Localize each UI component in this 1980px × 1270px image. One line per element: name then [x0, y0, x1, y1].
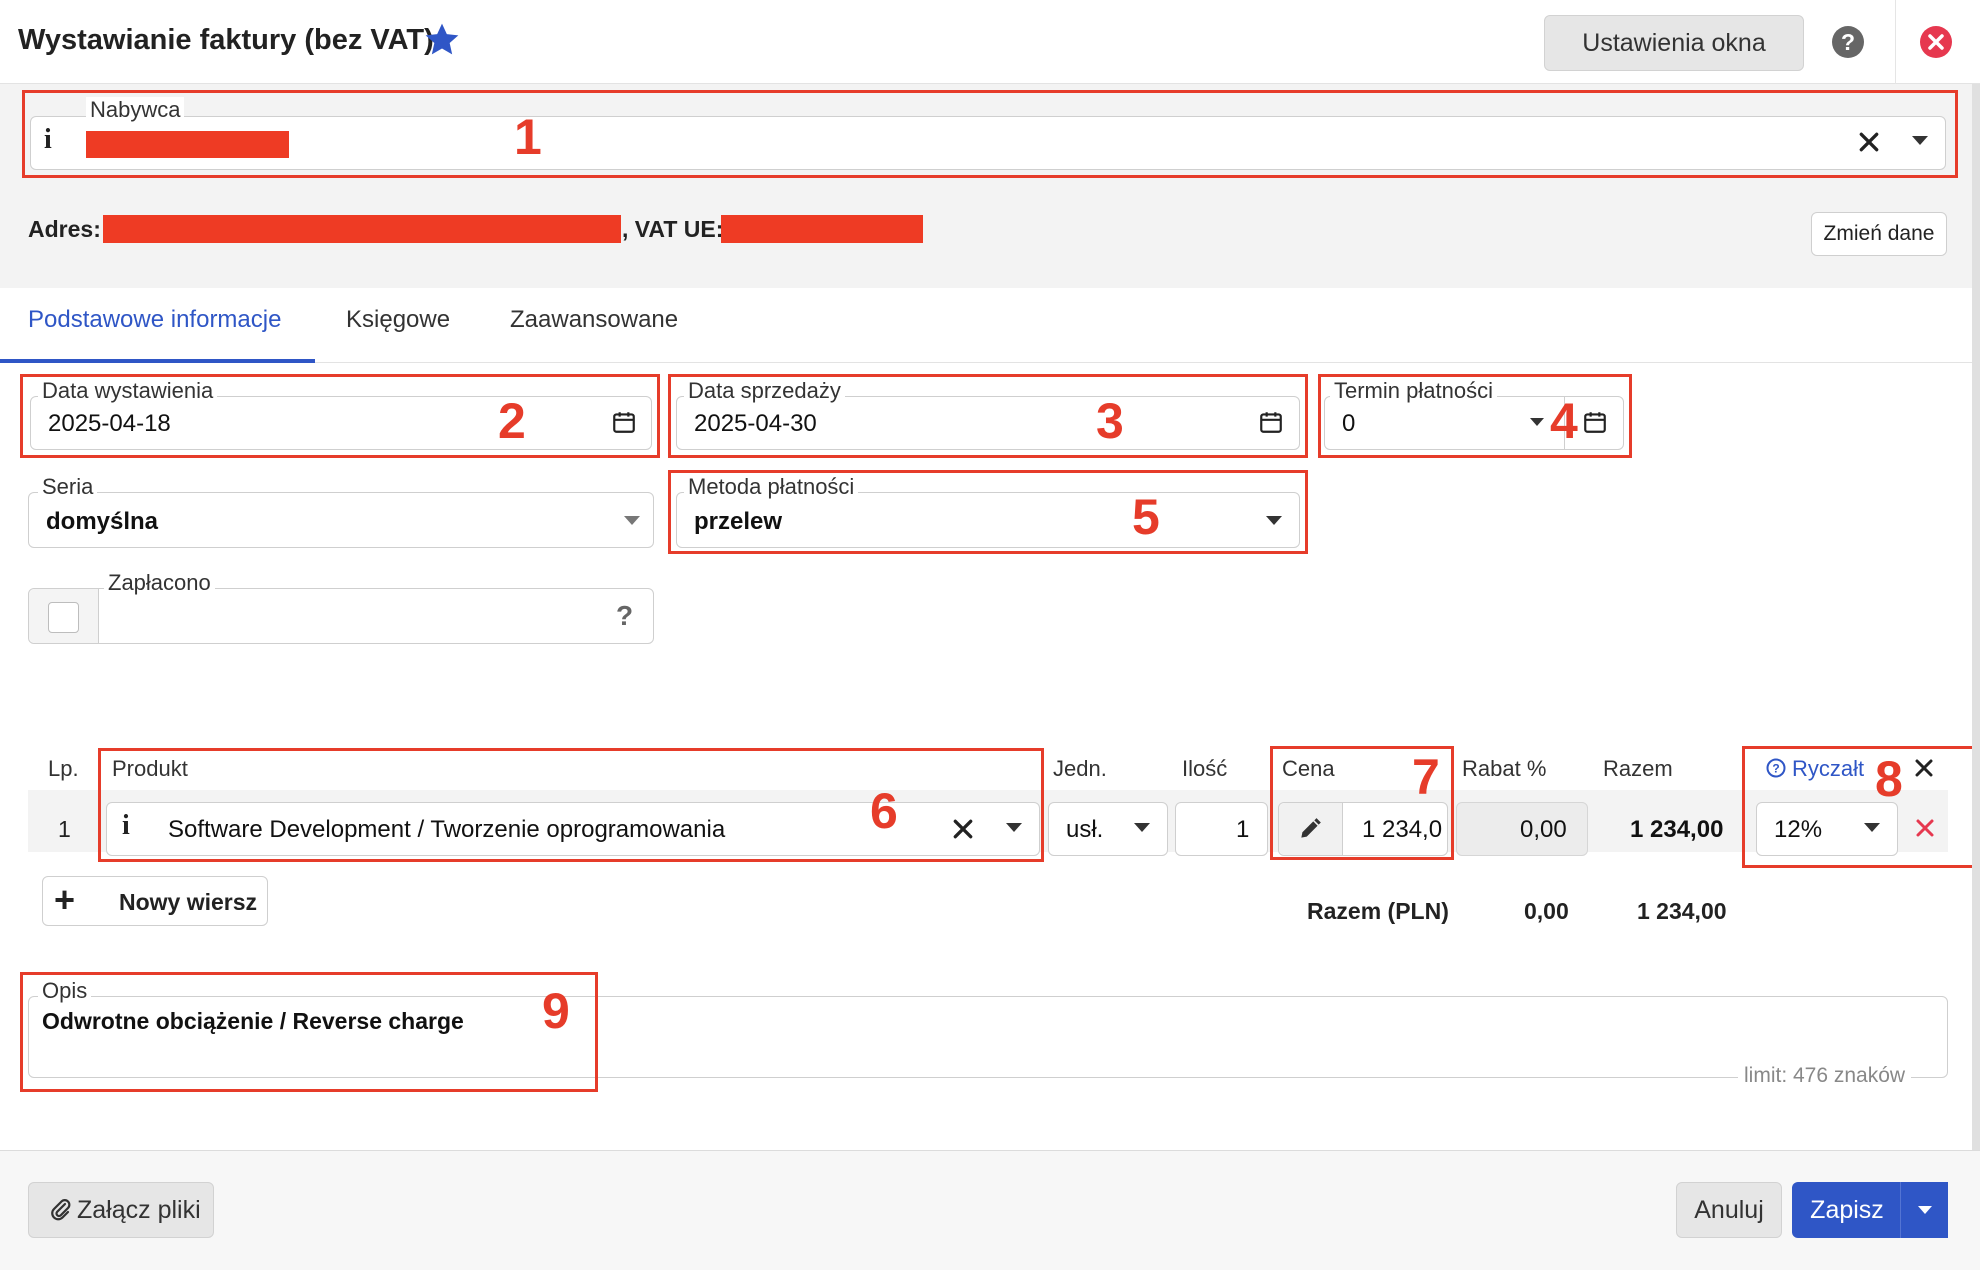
sale-date-value: 2025-04-30 [694, 410, 817, 437]
active-tab-indicator [0, 359, 315, 363]
help-icon[interactable]: ? [1830, 24, 1866, 60]
annotation-number-5: 5 [1132, 489, 1160, 545]
series-label: Seria [38, 474, 98, 500]
payment-term-value: 0 [1342, 410, 1356, 437]
chevron-down-icon[interactable] [1266, 516, 1282, 525]
address-redacted [103, 215, 621, 243]
annotation-number-7: 7 [1412, 749, 1440, 805]
paperclip-icon [51, 1199, 71, 1221]
chevron-down-icon[interactable] [1006, 823, 1022, 832]
issue-date-value: 2025-04-18 [48, 410, 171, 437]
col-header-discount: Rabat % [1462, 756, 1547, 781]
new-row-label: Nowy wiersz [119, 889, 258, 915]
change-data-button[interactable]: Zmień dane [1811, 212, 1947, 256]
col-header-qty: Ilość [1182, 756, 1228, 781]
delete-row-icon[interactable] [1915, 818, 1935, 838]
save-options-button[interactable] [1900, 1182, 1948, 1238]
star-icon[interactable] [422, 20, 462, 60]
attach-files-label: Załącz pliki [77, 1195, 201, 1224]
buyer-select[interactable] [30, 116, 1946, 170]
payment-term-label: Termin płatności [1330, 378, 1497, 404]
annotation-number-9: 9 [542, 983, 570, 1039]
info-icon[interactable]: i [44, 124, 52, 156]
buyer-label: Nabywca [86, 97, 185, 123]
calendar-icon[interactable] [1258, 409, 1284, 435]
close-icon[interactable] [1918, 24, 1954, 60]
flat-rate-value: 12% [1774, 816, 1823, 843]
summary-discount: 0,00 [1524, 898, 1569, 924]
chevron-down-icon [1917, 1206, 1932, 1214]
paid-label: Zapłacono [104, 570, 215, 596]
scrollbar[interactable] [1972, 84, 1980, 1150]
payment-method-value: przelew [694, 508, 783, 535]
attach-files-button[interactable]: Załącz pliki [28, 1182, 214, 1238]
summary-total: 1 234,00 [1637, 898, 1727, 924]
calendar-icon[interactable] [611, 409, 637, 435]
clear-icon[interactable] [1858, 131, 1880, 153]
save-label: Zapisz [1810, 1195, 1884, 1224]
price-value-clip: 1 234,0 [1354, 816, 1442, 846]
description-label: Opis [38, 978, 92, 1004]
qty-input[interactable] [1175, 802, 1268, 856]
product-value: Software Development / Tworzenie oprogra… [168, 816, 726, 843]
plus-icon: + [54, 879, 76, 920]
annotation-number-8: 8 [1875, 751, 1903, 807]
issue-date-label: Data wystawienia [38, 378, 218, 404]
tab-accounting[interactable]: Księgowe [346, 306, 450, 334]
annotation-number-1: 1 [514, 109, 542, 165]
paid-checkbox[interactable] [48, 602, 79, 633]
col-header-total: Razem [1603, 756, 1673, 781]
payment-method-label: Metoda płatności [684, 474, 859, 500]
cancel-button[interactable]: Anuluj [1676, 1182, 1782, 1238]
discount-value: 0,00 [1520, 816, 1567, 843]
series-value: domyślna [46, 508, 159, 535]
svg-text:?: ? [1772, 762, 1779, 776]
tab-advanced[interactable]: Zaawansowane [510, 306, 678, 334]
col-header-price: Cena [1282, 756, 1335, 781]
unit-value: usł. [1066, 816, 1104, 843]
summary-label: Razem (PLN) [1307, 898, 1449, 924]
chevron-down-icon[interactable] [1134, 823, 1150, 832]
window-settings-button[interactable]: Ustawienia okna [1544, 15, 1804, 71]
header-divider [1895, 0, 1896, 84]
chevron-down-icon[interactable] [1864, 823, 1880, 832]
clear-icon[interactable] [952, 818, 974, 840]
chevron-down-icon[interactable] [624, 516, 640, 525]
annotation-number-2: 2 [498, 393, 526, 449]
info-icon[interactable]: i [122, 810, 130, 842]
col-header-flat-rate[interactable]: Ryczałt [1792, 756, 1864, 782]
price-value: 1 234,0 [1362, 816, 1442, 843]
annotation-number-4: 4 [1550, 393, 1578, 449]
description-value: Odwrotne obciążenie / Reverse charge [42, 1008, 464, 1034]
window-title: Wystawianie faktury (bez VAT) [18, 24, 434, 56]
col-header-product: Produkt [112, 756, 188, 781]
paid-field [28, 588, 654, 644]
annotation-number-6: 6 [870, 783, 898, 839]
description-limit: limit: 476 znaków [1738, 1064, 1912, 1088]
svg-text:?: ? [1841, 29, 1855, 55]
row-lp: 1 [58, 816, 71, 842]
annotation-number-3: 3 [1096, 393, 1124, 449]
sale-date-label: Data sprzedaży [684, 378, 845, 404]
tab-basic-info[interactable]: Podstawowe informacje [28, 306, 281, 334]
col-header-lp: Lp. [48, 756, 79, 781]
question-icon[interactable]: ? [616, 600, 633, 632]
vat-label: , VAT UE: [622, 216, 724, 242]
row-total-value: 1 234,00 [1630, 816, 1724, 843]
chevron-down-icon[interactable] [1912, 136, 1928, 145]
close-icon[interactable] [1914, 758, 1934, 778]
buyer-value-redacted [86, 131, 289, 158]
payment-term-input[interactable] [1324, 396, 1624, 450]
address-label: Adres: [28, 216, 101, 242]
qty-value: 1 [1236, 816, 1250, 843]
col-header-unit: Jedn. [1053, 756, 1107, 781]
help-icon[interactable]: ? [1766, 758, 1786, 778]
chevron-down-icon[interactable] [1530, 418, 1544, 426]
calendar-icon[interactable] [1582, 409, 1608, 435]
vat-redacted [721, 215, 923, 243]
pencil-icon[interactable] [1297, 816, 1323, 842]
